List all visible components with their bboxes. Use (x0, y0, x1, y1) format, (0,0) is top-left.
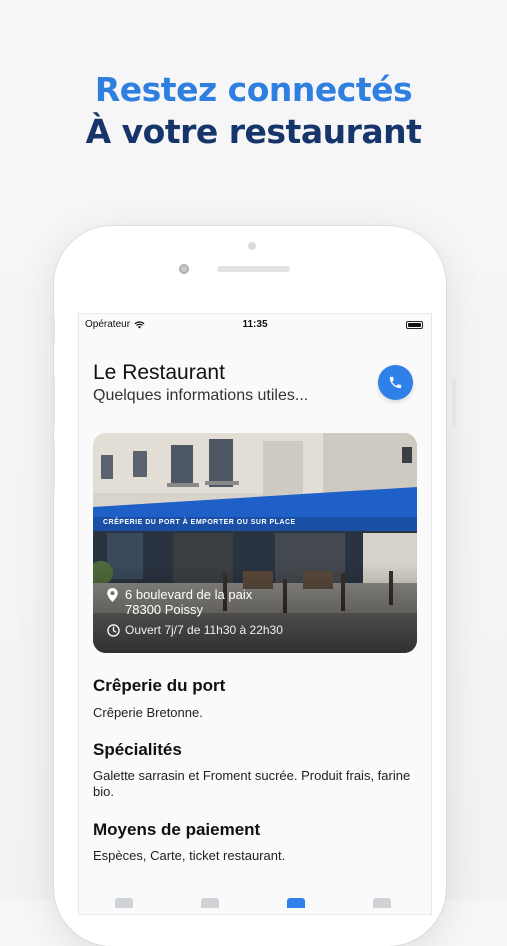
phone-power-button (452, 378, 456, 426)
restaurant-name: Le Restaurant (93, 361, 225, 384)
phone-icon (389, 376, 402, 389)
section-text-name: Crêperie Bretonne. (93, 705, 203, 720)
opening-hours: Ouvert 7j/7 de 11h30 à 22h30 (107, 623, 283, 637)
phone-volume-up (51, 376, 55, 426)
phone-volume-down (51, 440, 55, 490)
phone-camera (179, 264, 189, 274)
status-time: 11:35 (242, 319, 268, 330)
section-title-name: Crêperie du port (93, 676, 226, 695)
address-block: 6 boulevard de la paix 78300 Poissy (107, 587, 252, 617)
clock-icon (107, 623, 120, 637)
headline-line-1: Restez connectés (94, 70, 413, 109)
phone-speaker (217, 266, 290, 272)
phone-sensor (248, 242, 256, 250)
phone-side-button (51, 318, 55, 344)
call-button[interactable] (378, 365, 413, 400)
opening-hours-text: Ouvert 7j/7 de 11h30 à 22h30 (125, 623, 283, 637)
battery-icon (406, 321, 423, 329)
restaurant-subtitle: Quelques informations utiles... (93, 387, 309, 404)
app-screen: Opérateur 11:35 Le Restaurant Quelques i… (78, 313, 432, 915)
tab-bar (79, 892, 431, 914)
section-title-paiement: Moyens de paiement (93, 820, 261, 839)
restaurant-photo: CRÊPERIE DU PORT À EMPORTER OU SUR PLACE… (93, 433, 417, 653)
address-line-2: 78300 Poissy (125, 602, 204, 617)
map-pin-icon (107, 588, 118, 602)
status-bar: Opérateur 11:35 (79, 318, 431, 332)
section-text-paiement: Espèces, Carte, ticket restaurant. (93, 848, 286, 863)
section-text-specialites: Galette sarrasin et Froment sucrée. Prod… (93, 768, 411, 799)
section-title-specialites: Spécialités (93, 740, 182, 759)
awning-sign: CRÊPERIE DU PORT À EMPORTER OU SUR PLACE (103, 519, 296, 526)
headline-line-2: À votre restaurant (85, 112, 422, 151)
address-line-1: 6 boulevard de la paix (125, 587, 253, 602)
